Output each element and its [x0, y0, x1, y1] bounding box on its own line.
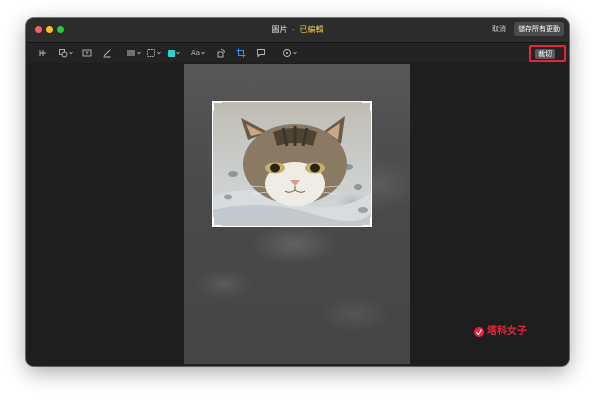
- fill-color-swatch: [168, 49, 175, 57]
- crop-handle-top-right[interactable]: [362, 102, 371, 111]
- crop-tool-button[interactable]: [236, 48, 246, 58]
- chevron-down-icon: [293, 51, 297, 55]
- border-color-button[interactable]: [146, 48, 161, 58]
- chevron-down-icon: [157, 51, 161, 55]
- text-style-label: Aa: [191, 49, 201, 57]
- crop-selection[interactable]: [212, 101, 372, 227]
- rotate-icon: [217, 49, 225, 58]
- border-color-icon: [147, 49, 155, 57]
- sign-tool-button[interactable]: [102, 48, 112, 58]
- chevron-down-icon: [137, 51, 141, 55]
- shapes-icon: [59, 49, 68, 58]
- share-button[interactable]: [282, 48, 297, 58]
- title-separator: -: [292, 25, 295, 34]
- markup-toolbar: Aa: [26, 43, 569, 63]
- note-icon: [257, 49, 265, 58]
- cat-image: [213, 116, 371, 226]
- watermark-logo-icon: [474, 327, 484, 337]
- rotate-button[interactable]: [216, 48, 226, 58]
- chevron-down-icon: [176, 51, 180, 55]
- image-canvas: [26, 63, 569, 366]
- crop-handle-bottom-right[interactable]: [362, 217, 371, 226]
- crop-handle-bottom-left[interactable]: [213, 217, 222, 226]
- text-style-button[interactable]: Aa: [191, 48, 205, 58]
- cancel-button[interactable]: 取消: [492, 24, 506, 35]
- crop-handle-top-left[interactable]: [213, 102, 222, 111]
- crop-icon: [236, 48, 246, 58]
- chevron-down-icon: [69, 51, 73, 55]
- save-all-changes-button[interactable]: 儲存所有更動: [514, 22, 564, 36]
- text-box-tool-button[interactable]: [82, 48, 92, 58]
- shapes-tool-button[interactable]: [58, 48, 73, 58]
- text-box-icon: [82, 49, 92, 57]
- sign-icon: [103, 49, 111, 58]
- preview-window: 圖片 - 已編輯 取消 儲存所有更動 Aa 裁切: [26, 18, 569, 366]
- crop-button[interactable]: 裁切: [535, 49, 555, 59]
- fill-color-button[interactable]: [168, 48, 180, 58]
- watermark-text: 塔科女子: [487, 326, 527, 337]
- note-tool-button[interactable]: [256, 48, 266, 58]
- select-tool-button[interactable]: [38, 48, 48, 58]
- window-title: 圖片 - 已編輯: [26, 24, 569, 35]
- select-icon: [39, 50, 46, 56]
- line-style-icon: [127, 50, 135, 56]
- titlebar: 圖片 - 已編輯 取消 儲存所有更動: [26, 18, 569, 43]
- chevron-down-icon: [201, 51, 205, 55]
- cat-photo[interactable]: [184, 64, 410, 364]
- watermark: 塔科女子: [473, 326, 527, 338]
- document-name: 圖片: [271, 25, 288, 34]
- share-icon: [283, 49, 291, 57]
- edited-status: 已編輯: [299, 25, 324, 34]
- line-style-button[interactable]: [126, 48, 141, 58]
- crop-button-highlight: 裁切: [529, 45, 566, 62]
